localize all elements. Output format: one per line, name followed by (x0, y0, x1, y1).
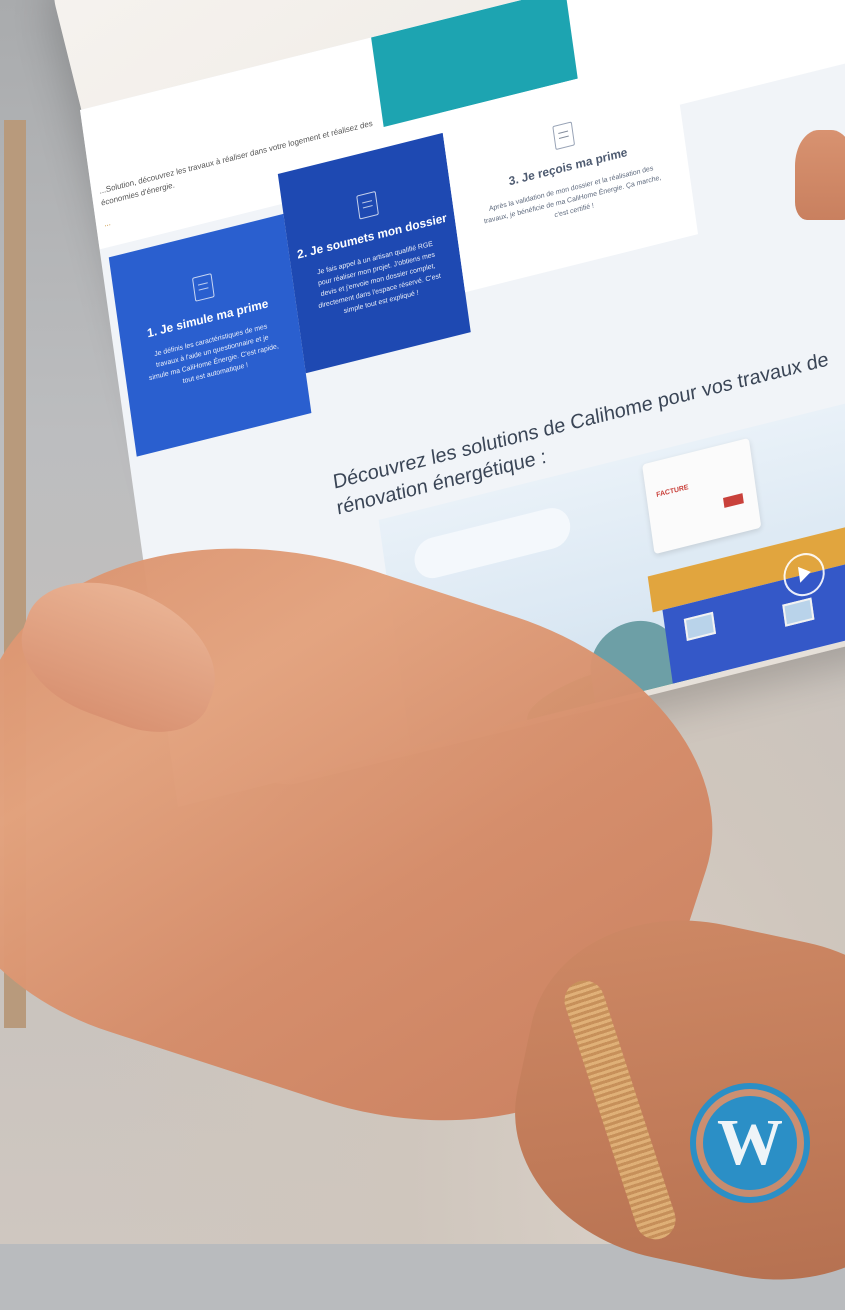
right-hand-finger (795, 130, 845, 220)
wordpress-logo-icon: W (690, 1083, 810, 1203)
wordpress-logo-glyph: W (703, 1096, 797, 1190)
